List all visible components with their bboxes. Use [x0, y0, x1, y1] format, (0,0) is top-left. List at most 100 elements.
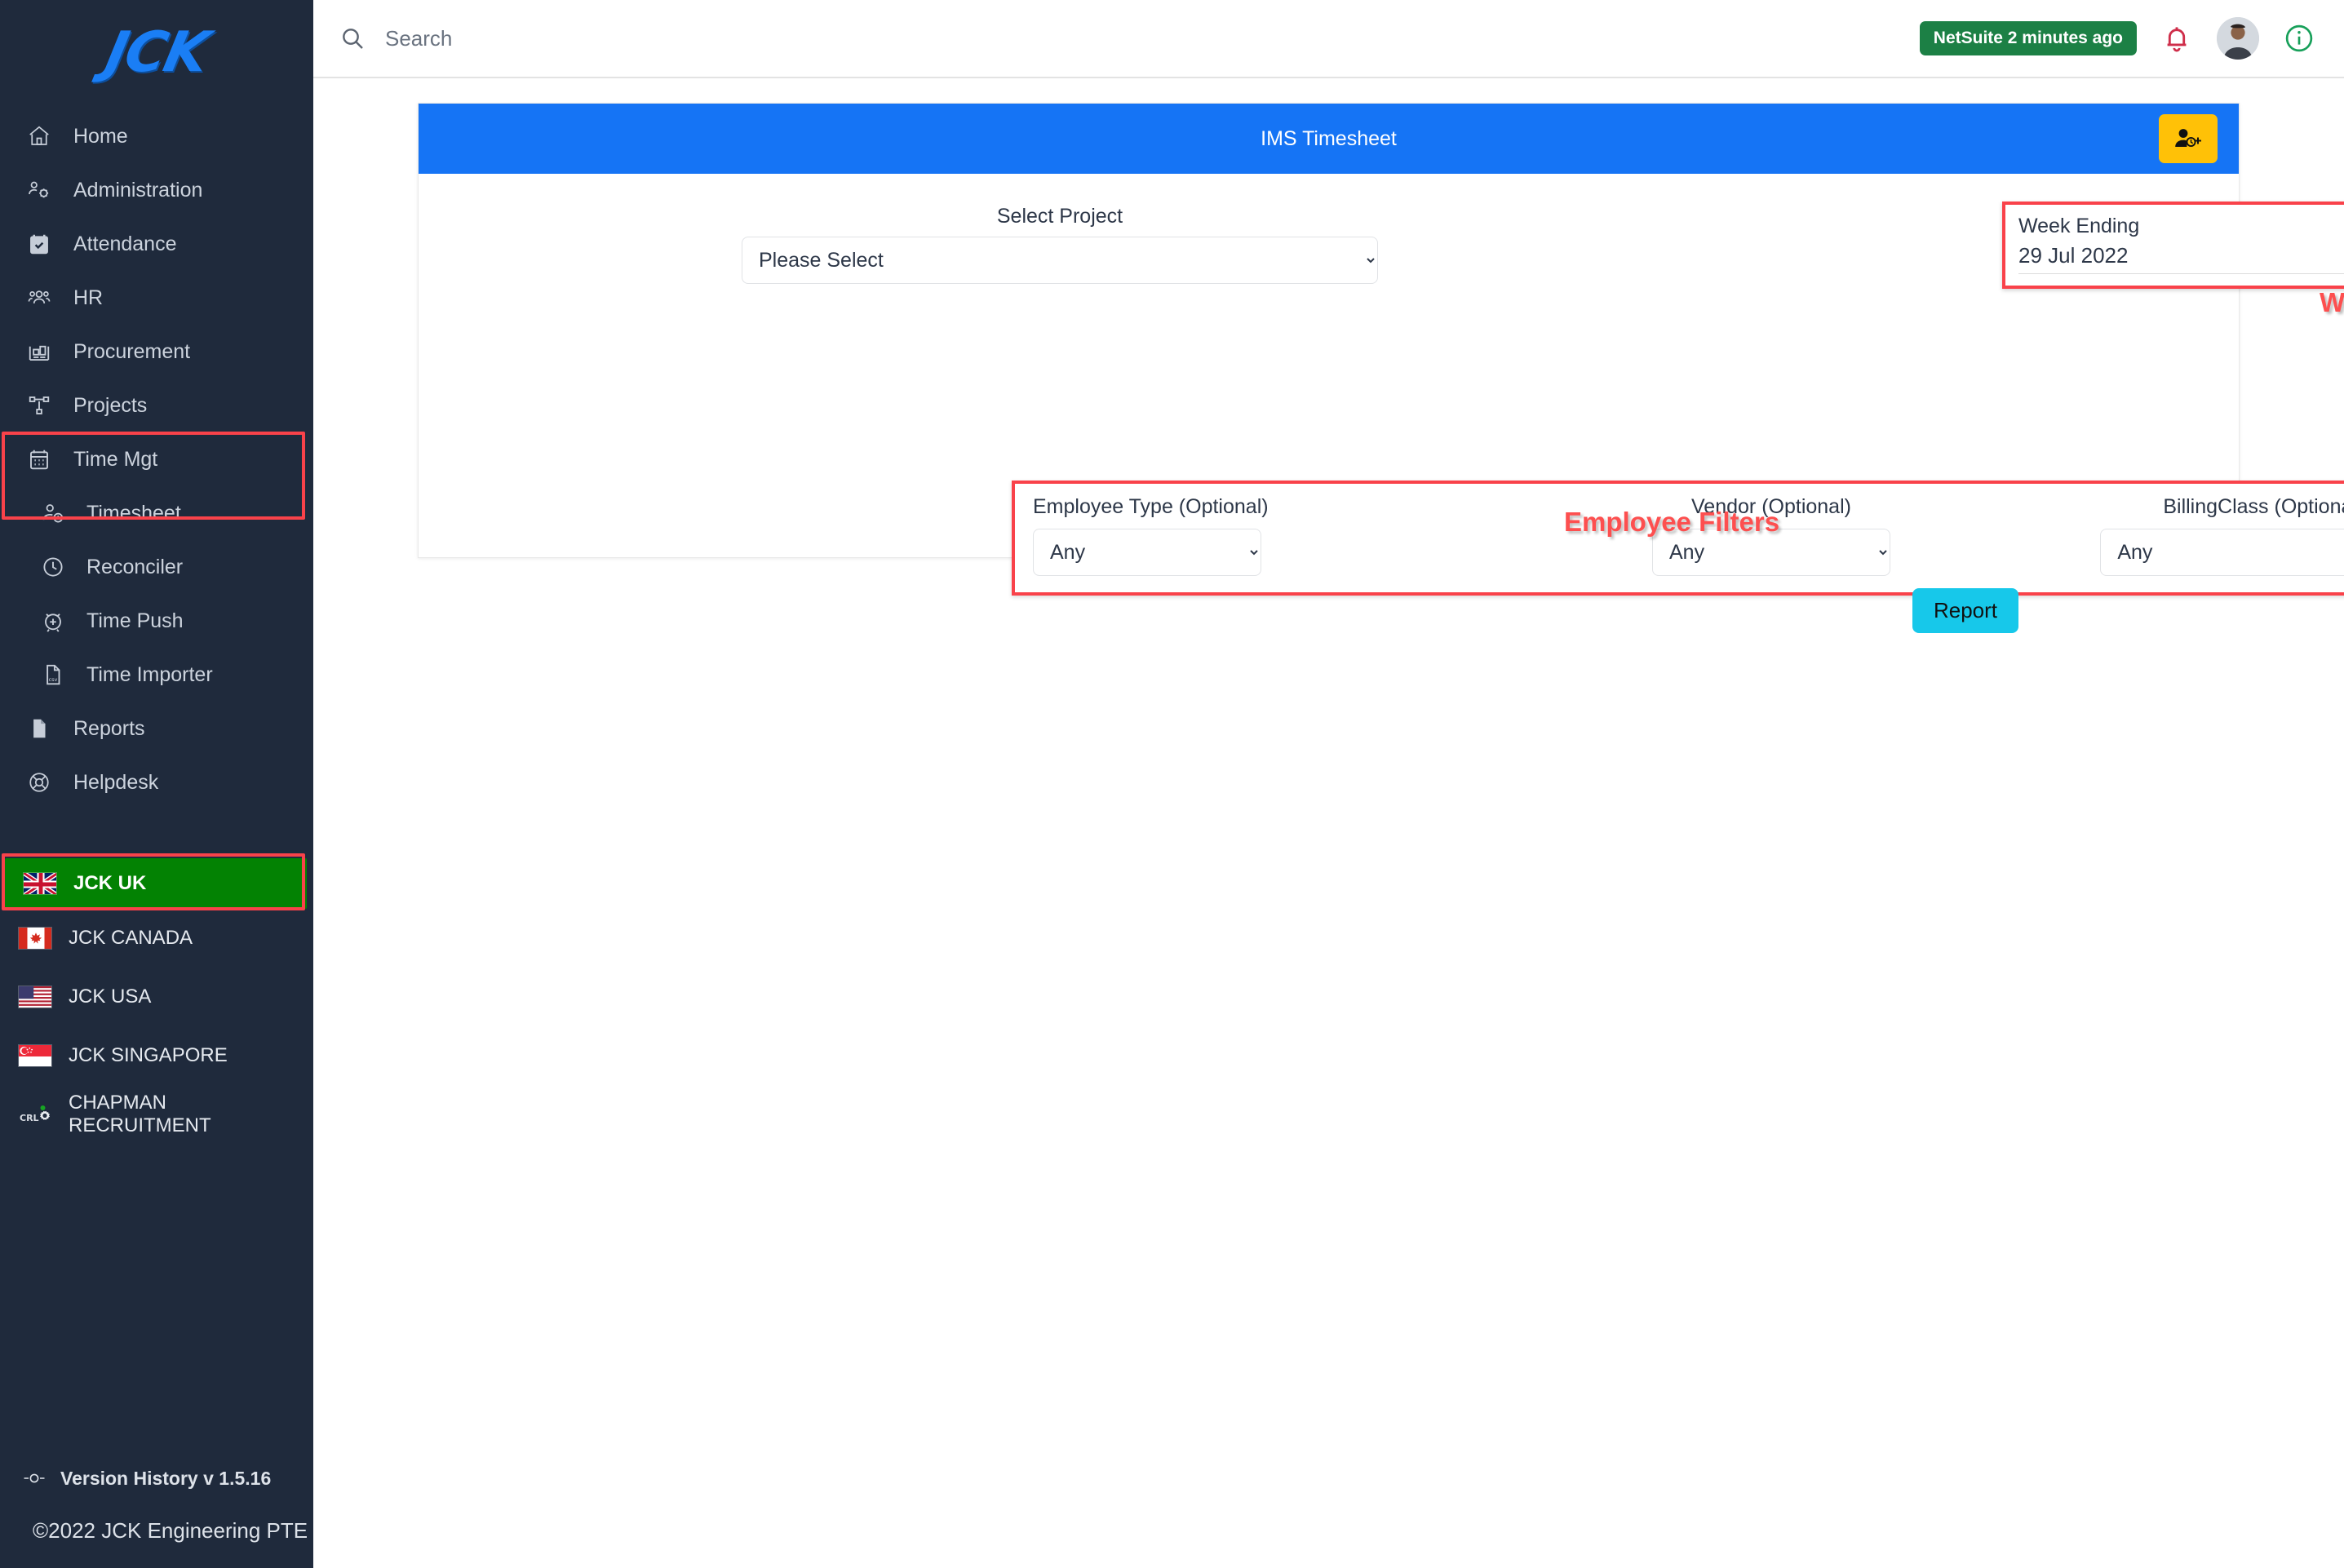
- sidebar-item-time-mgt[interactable]: Time Mgt: [0, 432, 313, 486]
- home-icon: [21, 124, 57, 148]
- sidebar-item-attendance[interactable]: Attendance: [0, 217, 313, 271]
- version-history-link[interactable]: Version History v 1.5.16: [0, 1456, 313, 1500]
- sitemap-icon: [21, 393, 57, 418]
- csv-file-icon: csv: [36, 662, 70, 687]
- add-user-clock-icon: [2173, 126, 2204, 151]
- content-area: IMS Timesheet Select Project Please Sele…: [313, 78, 2344, 1568]
- version-node-icon: [18, 1470, 51, 1486]
- calendar-check-icon: [21, 232, 57, 256]
- sidebar-item-label: Time Push: [86, 609, 184, 632]
- crl-logo-icon: CRL: [18, 1101, 54, 1128]
- sidebar-item-home[interactable]: Home: [0, 109, 313, 163]
- top-bar: NetSuite 2 minutes ago: [313, 0, 2344, 78]
- sidebar-item-label: Attendance: [73, 232, 177, 255]
- sidebar-item-label: HR: [73, 286, 104, 309]
- sidebar-nav: Home Administration Attendance HR Procur…: [0, 98, 313, 809]
- brand-logo[interactable]: JCK: [0, 0, 313, 98]
- document-icon: [21, 716, 57, 741]
- week-ending-group: Week Ending 29 Jul 2022: [2002, 202, 2344, 290]
- sidebar-item-projects[interactable]: Projects: [0, 379, 313, 432]
- select-project-label: Select Project: [996, 205, 1123, 228]
- sidebar-item-label: Time Importer: [86, 662, 213, 686]
- week-ending-value: 29 Jul 2022: [2018, 241, 2344, 275]
- people-group-icon: [21, 286, 57, 310]
- search-area: [339, 24, 1920, 52]
- sidebar-item-hr[interactable]: HR: [0, 271, 313, 325]
- warehouse-icon: [21, 339, 57, 364]
- select-project-group: Select Project Please Select: [742, 205, 1378, 284]
- svg-text:CRL: CRL: [20, 1113, 39, 1123]
- sidebar-item-timesheet[interactable]: Timesheet: [0, 486, 313, 540]
- netsuite-status-badge[interactable]: NetSuite 2 minutes ago: [1919, 21, 2137, 55]
- company-item-jck-uk[interactable]: JCK UK: [5, 858, 307, 909]
- sidebar-item-reconciler[interactable]: Reconciler: [0, 540, 313, 594]
- sidebar-item-reports[interactable]: Reports: [0, 702, 313, 755]
- sidebar-item-label: Helpdesk: [73, 770, 159, 794]
- user-clock-icon: [36, 501, 70, 525]
- sidebar-item-label: Home: [73, 124, 128, 148]
- sidebar-item-helpdesk[interactable]: Helpdesk: [0, 755, 313, 809]
- svg-text:csv: csv: [49, 676, 58, 683]
- sidebar: JCK Home Administration Attendance HR Pr…: [0, 0, 313, 1568]
- panel-header: IMS Timesheet: [419, 104, 2239, 174]
- flag-canada-icon: [18, 927, 52, 950]
- week-ending-field[interactable]: Week Ending 29 Jul 2022: [2002, 202, 2344, 290]
- billing-class-group: BillingClass (Optional) Any: [2018, 495, 2344, 576]
- main-area: NetSuite 2 minutes ago: [313, 0, 2344, 1568]
- company-item-label: JCK CANADA: [69, 927, 193, 949]
- employee-filters-box: Employee Type (Optional) Any Vendor (Opt…: [1012, 481, 2344, 596]
- flag-uk-icon: [23, 872, 57, 895]
- billing-class-label: BillingClass (Optional): [2163, 495, 2344, 518]
- company-item-label: JCK SINGAPORE: [69, 1044, 228, 1066]
- info-circle-icon[interactable]: [2284, 23, 2315, 54]
- report-button[interactable]: Report: [1912, 588, 2018, 633]
- app-root: JCK Home Administration Attendance HR Pr…: [0, 0, 2344, 1568]
- company-item-label: JCK USA: [69, 986, 152, 1008]
- sidebar-item-label: Administration: [73, 178, 203, 202]
- company-item-label: CHAPMAN RECRUITMENT: [69, 1092, 211, 1136]
- company-item-label: JCK UK: [73, 872, 147, 894]
- notification-bell-icon[interactable]: [2161, 23, 2192, 54]
- company-item-chapman-recruitment[interactable]: CRL CHAPMAN RECRUITMENT: [0, 1085, 313, 1144]
- sidebar-item-label: Projects: [73, 393, 148, 417]
- version-history-label: Version History v 1.5.16: [60, 1467, 272, 1489]
- employee-type-group: Employee Type (Optional) Any: [1033, 495, 1525, 576]
- annotation-employee-filters: Employee Filters: [1564, 507, 1780, 537]
- clock-icon: [36, 555, 70, 579]
- sidebar-item-label: Reconciler: [86, 555, 184, 578]
- search-input[interactable]: [383, 24, 710, 52]
- panel-body: Select Project Please Select Week Ending…: [419, 174, 2344, 633]
- lifebuoy-icon: [21, 770, 57, 795]
- company-item-jck-usa[interactable]: JCK USA: [0, 968, 313, 1026]
- company-item-jck-canada[interactable]: JCK CANADA: [0, 909, 313, 968]
- top-bar-actions: NetSuite 2 minutes ago: [1919, 17, 2315, 60]
- jck-logo-text: JCK: [100, 20, 214, 85]
- sidebar-item-label: Timesheet: [86, 501, 181, 525]
- report-button-row: Report: [419, 588, 2239, 633]
- top-form-row: Select Project Please Select Week Ending…: [451, 202, 2344, 293]
- flag-singapore-icon: [18, 1044, 52, 1067]
- billing-class-dropdown[interactable]: Any: [2100, 529, 2344, 576]
- avatar[interactable]: [2217, 17, 2259, 60]
- flag-usa-icon: [18, 986, 52, 1008]
- sidebar-item-time-importer[interactable]: csv Time Importer: [0, 648, 313, 702]
- sidebar-item-label: Time Mgt: [73, 447, 158, 471]
- alarm-plus-icon: [36, 609, 70, 633]
- sidebar-footer: Version History v 1.5.16 ©2022 JCK Engin…: [0, 1456, 313, 1568]
- sidebar-item-time-push[interactable]: Time Push: [0, 594, 313, 648]
- annotation-week-selection: Week Selection: [2320, 287, 2344, 317]
- sidebar-item-label: Reports: [73, 716, 145, 740]
- select-project-dropdown[interactable]: Please Select: [742, 237, 1378, 284]
- week-ending-label: Week Ending: [2018, 215, 2140, 237]
- users-gear-icon: [21, 178, 57, 202]
- company-item-jck-singapore[interactable]: JCK SINGAPORE: [0, 1026, 313, 1085]
- sidebar-item-procurement[interactable]: Procurement: [0, 325, 313, 379]
- employee-type-dropdown[interactable]: Any: [1033, 529, 1261, 576]
- employee-type-label: Employee Type (Optional): [1033, 495, 1269, 518]
- search-icon: [339, 25, 366, 51]
- sidebar-item-administration[interactable]: Administration: [0, 163, 313, 217]
- sidebar-item-label: Procurement: [73, 339, 191, 363]
- page-title: IMS Timesheet: [1261, 126, 1397, 150]
- add-user-clock-button[interactable]: [2159, 114, 2218, 163]
- timesheet-panel: IMS Timesheet Select Project Please Sele…: [418, 103, 2344, 633]
